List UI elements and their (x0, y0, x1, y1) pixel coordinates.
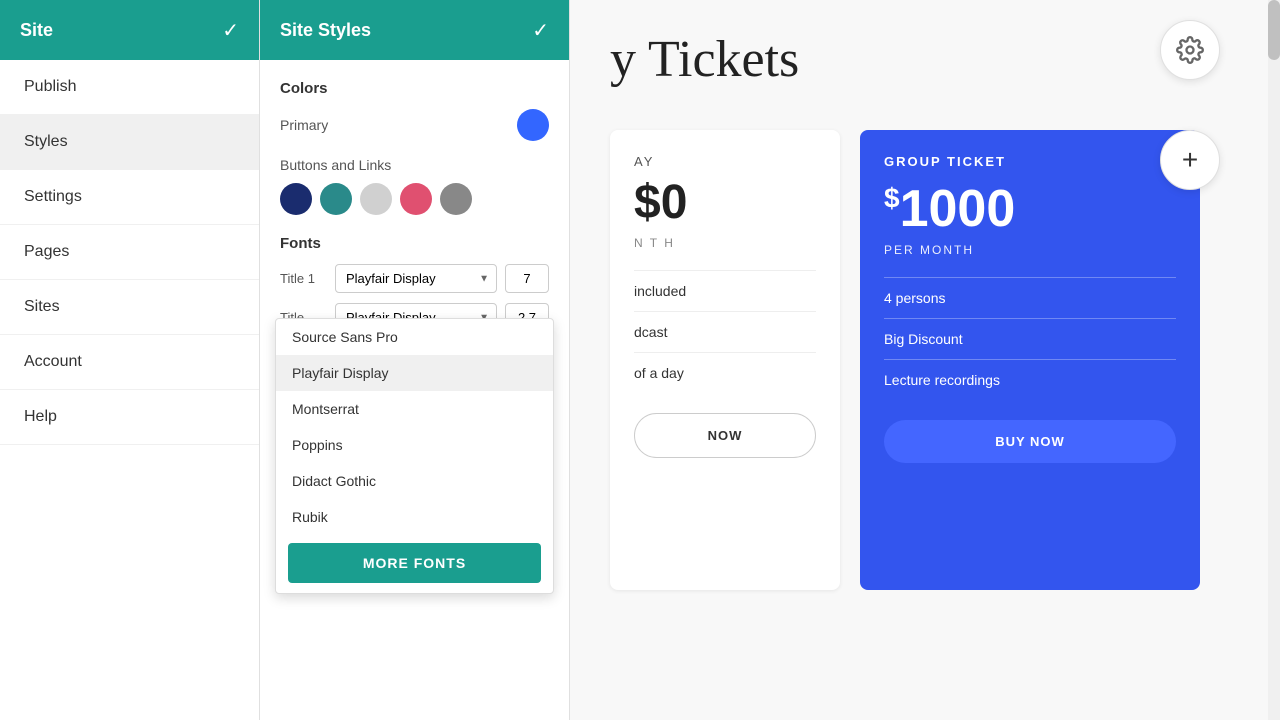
primary-label: Primary (280, 117, 328, 133)
sidebar-item-publish[interactable]: Publish (0, 60, 259, 115)
plus-button[interactable]: + (1160, 130, 1220, 190)
font-row-title1: Title 1 Playfair Display ▼ (280, 264, 549, 293)
gear-button[interactable] (1160, 20, 1220, 80)
white-card-price-value: 0 (661, 176, 688, 229)
sidebar-site-title: Site (20, 20, 53, 41)
swatch-teal[interactable] (320, 183, 352, 215)
blue-card-feature-1: 4 persons (884, 277, 1176, 318)
white-card-feature-2: dcast (634, 311, 816, 352)
sidebar-item-account[interactable]: Account (0, 335, 259, 390)
font-select-wrapper-title1: Playfair Display ▼ (335, 264, 497, 293)
blue-card-feature-3: Lecture recordings (884, 359, 1176, 400)
blue-card-per-month: PER MONTH (884, 243, 1176, 257)
blue-card-price: $1000 (884, 179, 1176, 239)
white-card-feature-1: included (634, 270, 816, 311)
scrollbar[interactable] (1268, 0, 1280, 720)
sidebar-nav: Publish Styles Settings Pages Sites Acco… (0, 60, 259, 720)
blue-card-price-value: 1000 (900, 180, 1016, 238)
white-card-per-month: N T H (634, 236, 816, 250)
styles-panel-check-icon[interactable]: ✓ (532, 18, 549, 43)
swatch-dark-blue[interactable] (280, 183, 312, 215)
sidebar: Site ✓ Publish Styles Settings Pages Sit… (0, 0, 260, 720)
more-fonts-button[interactable]: MORE FONTS (288, 543, 541, 583)
blue-card-feature-2: Big Discount (884, 318, 1176, 359)
font-option-rubik[interactable]: Rubik (276, 499, 553, 535)
colors-section-label: Colors (280, 80, 549, 97)
styles-panel: Site Styles ✓ Colors Primary Buttons and… (260, 0, 570, 720)
scrollbar-thumb[interactable] (1268, 0, 1280, 60)
swatch-medium-gray[interactable] (440, 183, 472, 215)
sidebar-item-styles[interactable]: Styles (0, 115, 259, 170)
primary-color-swatch[interactable] (517, 109, 549, 141)
gear-icon (1176, 36, 1204, 64)
font-option-poppins[interactable]: Poppins (276, 427, 553, 463)
tickets-area: AY $0 N T H included dcast of a day NOW … (610, 130, 1200, 590)
white-card-feature-3: of a day (634, 352, 816, 393)
blue-card-dollar: $ (884, 183, 900, 214)
font-dropdown: Source Sans Pro Playfair Display Montser… (275, 318, 554, 594)
sidebar-header: Site ✓ (0, 0, 259, 60)
font-option-montserrat[interactable]: Montserrat (276, 391, 553, 427)
font-select-title1[interactable]: Playfair Display (335, 264, 497, 293)
plus-icon: + (1182, 144, 1198, 176)
swatch-light-gray[interactable] (360, 183, 392, 215)
sidebar-check-icon[interactable]: ✓ (222, 18, 239, 43)
white-card-buy-now-button[interactable]: NOW (634, 413, 816, 458)
primary-color-row: Primary (280, 109, 549, 141)
main-content: + y Tickets AY $0 N T H included dcast o… (570, 0, 1280, 720)
white-card-dollar: $ (634, 176, 661, 229)
white-card-price: $0 (634, 175, 816, 230)
blue-card-group-label: GROUP TICKET (884, 154, 1176, 169)
color-swatches (280, 183, 549, 215)
white-ticket-card: AY $0 N T H included dcast of a day NOW (610, 130, 840, 590)
sidebar-item-sites[interactable]: Sites (0, 280, 259, 335)
white-card-pay-label: AY (634, 154, 816, 169)
font-option-source-sans-pro[interactable]: Source Sans Pro (276, 319, 553, 355)
sidebar-item-help[interactable]: Help (0, 390, 259, 445)
blue-card-buy-now-button[interactable]: BUY NOW (884, 420, 1176, 463)
swatch-pink-red[interactable] (400, 183, 432, 215)
font-row-label-title1: Title 1 (280, 271, 335, 286)
styles-panel-content: Colors Primary Buttons and Links Fonts T… (260, 60, 569, 720)
sidebar-item-settings[interactable]: Settings (0, 170, 259, 225)
page-title: y Tickets (610, 30, 799, 89)
blue-ticket-card: GROUP TICKET $1000 PER MONTH 4 persons B… (860, 130, 1200, 590)
font-option-didact-gothic[interactable]: Didact Gothic (276, 463, 553, 499)
styles-panel-title: Site Styles (280, 20, 371, 41)
styles-panel-header: Site Styles ✓ (260, 0, 569, 60)
font-size-title1[interactable] (505, 264, 549, 293)
buttons-links-label: Buttons and Links (280, 157, 549, 173)
fonts-section-label: Fonts (280, 235, 549, 252)
font-option-playfair-display[interactable]: Playfair Display (276, 355, 553, 391)
sidebar-item-pages[interactable]: Pages (0, 225, 259, 280)
